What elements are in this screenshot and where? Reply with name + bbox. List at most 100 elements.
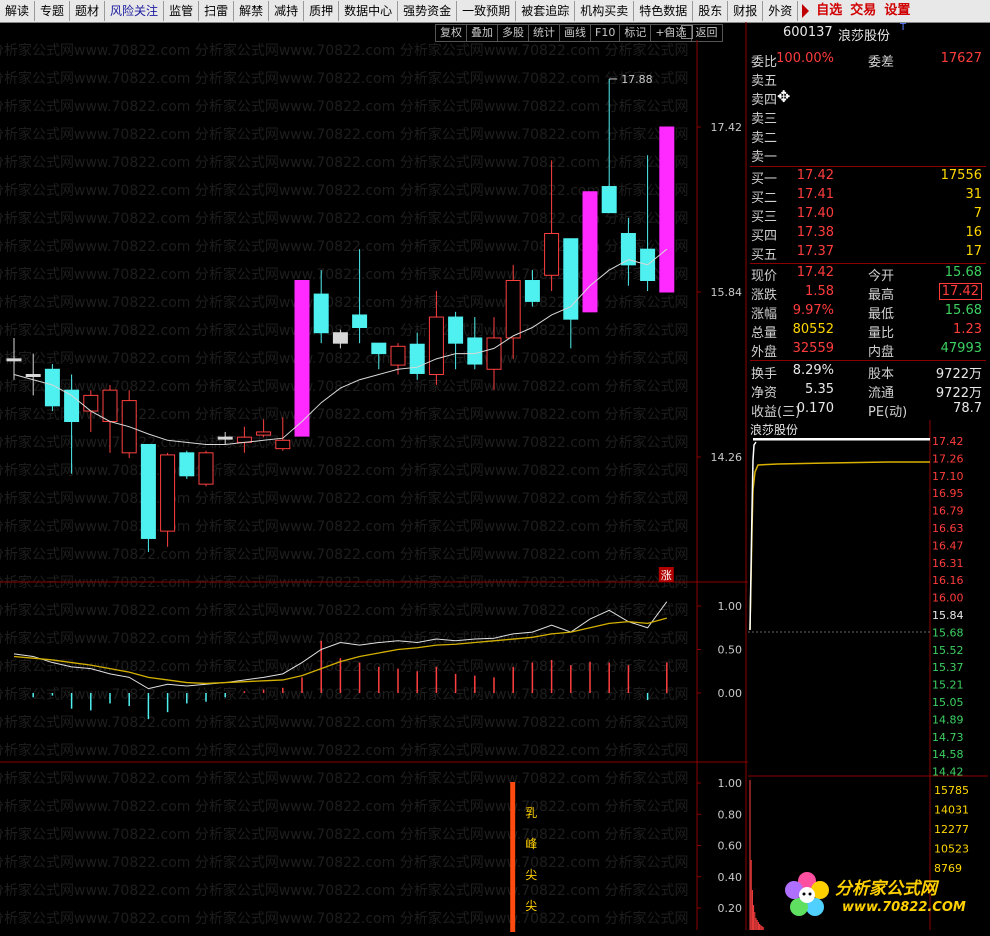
candle-body (294, 280, 310, 437)
sell-label: 卖一 (751, 150, 778, 165)
fundamental-value: 9722万 (935, 367, 982, 382)
fundamental-value: 9722万 (935, 386, 982, 401)
menu-item-13[interactable]: 机构买卖 (575, 1, 635, 21)
mini-price-label: 15.37 (932, 661, 964, 674)
signal-text: 峰 (525, 837, 537, 851)
candle (563, 238, 579, 349)
mini-price-label: 16.79 (932, 505, 964, 518)
candle-body (601, 186, 617, 214)
menu-item-12[interactable]: 被套追踪 (516, 1, 576, 21)
buy-label: 买四 (751, 229, 778, 244)
mini-price-label: 16.00 (932, 592, 964, 605)
menu-item-5[interactable]: 扫雷 (199, 1, 235, 21)
fundamental-value: 0.170 (796, 401, 834, 416)
move-cursor-icon: ✥ (777, 87, 791, 106)
buy-price: 17.41 (796, 187, 834, 202)
logo-title: 分析家公式网 (835, 879, 937, 899)
menu-right-1[interactable]: 交易 (846, 1, 880, 21)
stat-label: 涨幅 (751, 307, 778, 322)
candle (659, 126, 675, 293)
candle (332, 329, 348, 349)
buy-row-2: 买二 17.41 31 (750, 186, 984, 206)
signal-text: 尖 (525, 899, 537, 913)
stat-value: 15.68 (944, 265, 982, 280)
candle-body (275, 439, 291, 450)
buy-price: 17.42 (796, 168, 834, 183)
stat-value: 47993 (940, 341, 982, 356)
menu-item-2[interactable]: 题材 (70, 1, 106, 21)
menu-item-7[interactable]: 减持 (269, 1, 305, 21)
candle-body (371, 342, 387, 355)
menu-item-0[interactable]: 解读 (0, 1, 36, 21)
fundamental-value: 8.29% (792, 363, 834, 378)
fundamental-label: 流通 (868, 386, 895, 401)
mini-price-label: 16.31 (932, 557, 964, 570)
main-chart[interactable]: 17.42 15.84 14.26 17.88 涨 1.00 0.50 0.00 1.00 0.8… (0, 22, 748, 932)
candle-body (140, 443, 156, 539)
candle (371, 342, 387, 370)
divider (750, 360, 986, 361)
candle (505, 264, 521, 359)
candle-body (25, 374, 41, 377)
mini-volume-label: 15785 (934, 784, 969, 797)
play-arrow-icon[interactable] (802, 4, 810, 18)
stat-label: 内盘 (868, 345, 895, 360)
menu-item-10[interactable]: 强势资金 (398, 1, 458, 21)
bottom-axis-label: 1.00 (718, 777, 743, 790)
menu-item-4[interactable]: 监管 (164, 1, 200, 21)
menu-item-15[interactable]: 股东 (693, 1, 729, 21)
menu-item-6[interactable]: 解禁 (234, 1, 270, 21)
mini-top-line (753, 438, 930, 441)
mini-price-label: 14.73 (932, 731, 964, 744)
logo-url: www.70822.COM (842, 900, 966, 915)
menu-right-0[interactable]: 自选 (812, 1, 846, 21)
candle (25, 353, 41, 396)
weibi-row: 委比 100.00% 委差 17627 (750, 50, 984, 70)
mini-price-label: 15.21 (932, 679, 964, 692)
mini-price-label: 17.26 (932, 452, 964, 465)
buy-price: 17.40 (796, 206, 834, 221)
stat-value: 17.42 (938, 283, 982, 300)
buy-volume: 17556 (940, 168, 982, 183)
mini-price-label: 14.42 (932, 766, 964, 779)
fundamental-label: 换手 (751, 367, 778, 382)
candle (6, 337, 22, 380)
sell-row-1: 卖一 (750, 145, 984, 165)
candle-body (486, 337, 502, 370)
candle (544, 160, 560, 291)
buy-row-3: 买三 17.40 7 (750, 205, 984, 225)
signal-text: 乳 (525, 806, 537, 820)
indicator-axis-label: 1.00 (718, 600, 743, 613)
menu-item-9[interactable]: 数据中心 (339, 1, 399, 21)
menu-item-8[interactable]: 质押 (304, 1, 340, 21)
divider (750, 166, 986, 167)
menu-item-11[interactable]: 一致预期 (457, 1, 517, 21)
candle (486, 317, 502, 391)
candle-body (83, 394, 99, 412)
menu-item-14[interactable]: 特色数据 (634, 1, 694, 21)
stat-row: 现价 17.42 今开 15.68 (750, 264, 984, 284)
menu-right-2[interactable]: 设置 (880, 1, 914, 21)
menu-item-3[interactable]: 风险关注 (105, 1, 165, 21)
sell-row-2: 卖二 (750, 126, 984, 146)
buy-row-1: 买一 17.42 17556 (750, 167, 984, 187)
menu-item-17[interactable]: 外资 (763, 1, 799, 21)
menu-item-16[interactable]: 财报 (728, 1, 764, 21)
intraday-mini-chart[interactable]: 浪莎股份 17.42 17.26 17.10 16.95 16.79 16.63 16.47 1… (748, 420, 988, 930)
candle (236, 426, 252, 453)
stat-value: 1.58 (805, 284, 834, 299)
stat-label: 外盘 (751, 345, 778, 360)
candle (582, 191, 598, 313)
candle-body (524, 280, 540, 302)
stat-label: 总量 (751, 326, 778, 341)
candle (352, 249, 368, 344)
rise-marker-text: 涨 (661, 569, 672, 582)
candle (198, 450, 214, 487)
candle (140, 443, 156, 553)
menu-item-1[interactable]: 专题 (35, 1, 71, 21)
fundamental-value: 78.7 (953, 401, 982, 416)
buy-volume: 16 (965, 225, 982, 240)
candle-body (582, 191, 598, 313)
rise-marker: 涨 (658, 567, 674, 582)
stat-row: 涨幅 9.97% 最低 15.68 (750, 302, 984, 322)
